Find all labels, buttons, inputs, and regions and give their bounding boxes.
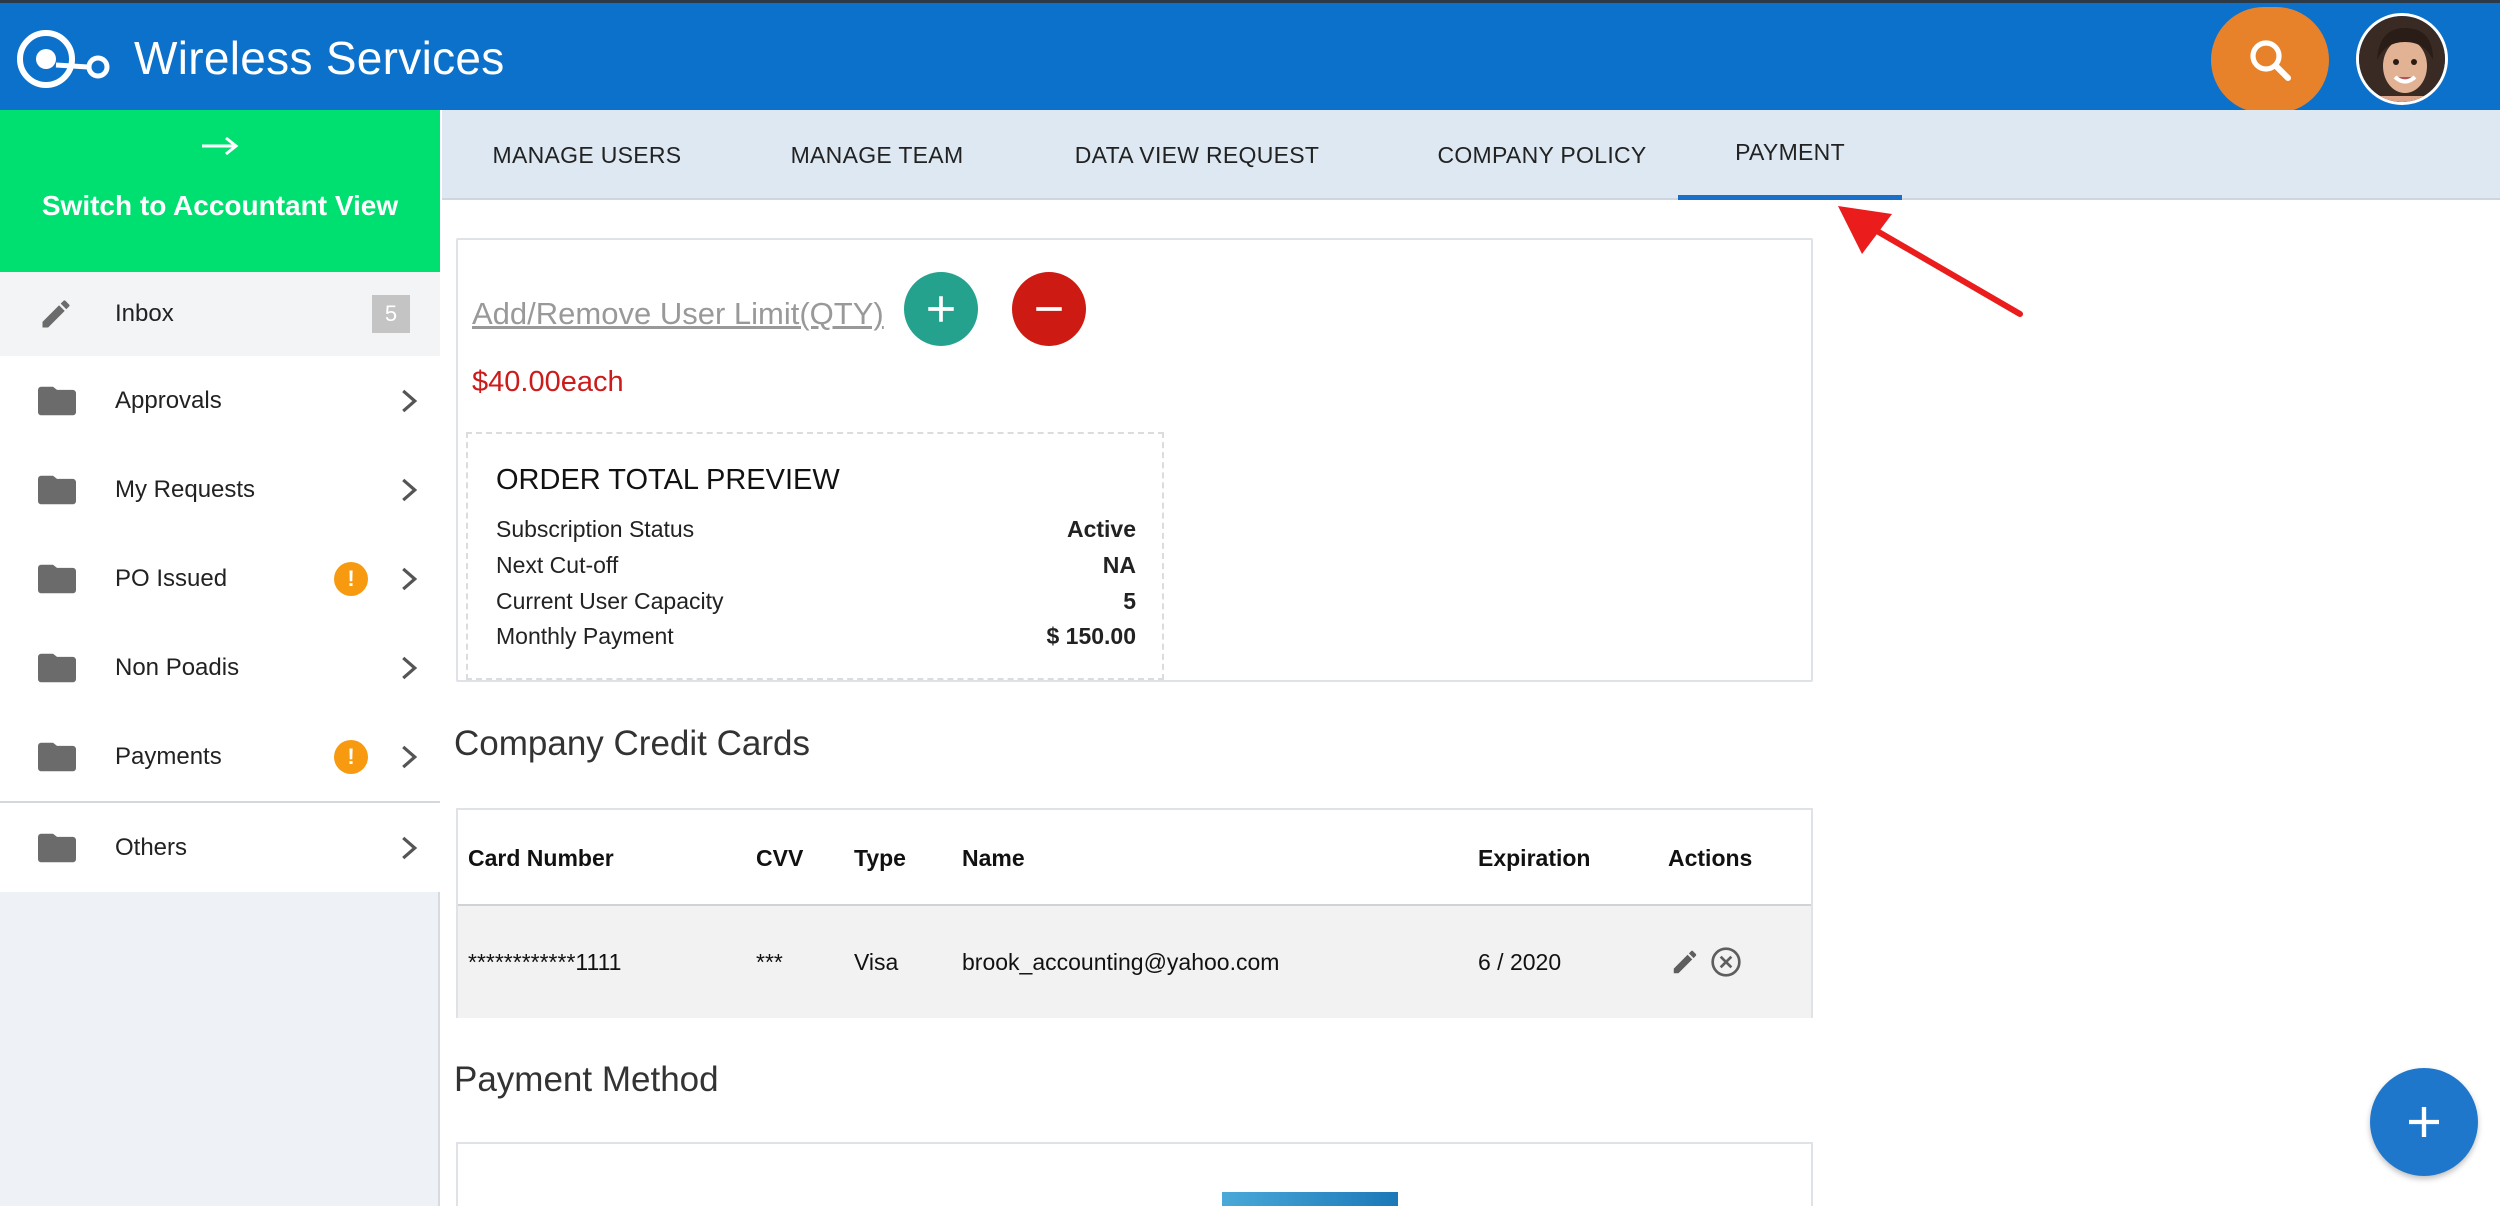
preview-row-subscription-status: Subscription Status Active [496, 516, 1136, 543]
payment-method-card [456, 1142, 1813, 1206]
preview-row-next-cutoff: Next Cut-off NA [496, 552, 1136, 579]
app-logo-icon[interactable] [16, 29, 112, 89]
chevron-right-icon [402, 836, 418, 859]
preview-label: Current User Capacity [496, 588, 724, 614]
tab-payment[interactable]: PAYMENT [1678, 110, 1902, 200]
preview-row-monthly-payment: Monthly Payment $ 150.00 [496, 623, 1136, 650]
tab-data-view-request[interactable]: DATA VIEW REQUEST [1022, 110, 1372, 200]
sidebar-item-my-requests[interactable]: My Requests [0, 445, 440, 534]
name-cell: brook_accounting@yahoo.com [962, 948, 1280, 975]
pencil-icon [42, 300, 70, 328]
chevron-right-icon [402, 656, 418, 679]
type-cell: Visa [854, 948, 899, 975]
chevron-right-icon [402, 567, 418, 590]
folder-icon [38, 653, 76, 682]
avatar-image [2359, 16, 2445, 102]
chevron-right-icon [402, 478, 418, 501]
order-total-preview: ORDER TOTAL PREVIEW Subscription Status … [466, 432, 1164, 680]
search-icon [2250, 40, 2291, 81]
preview-label: Next Cut-off [496, 552, 619, 578]
sidebar-nav: Inbox 5 Approvals My Requests PO Issued … [0, 272, 440, 892]
preview-value: NA [1102, 552, 1136, 578]
column-name: Name [962, 844, 1025, 871]
tab-manage-users[interactable]: MANAGE USERS [442, 110, 732, 200]
credit-cards-table: Card Number CVV Type Name Expiration Act… [456, 808, 1813, 1018]
folder-icon [38, 475, 76, 504]
top-header: Wireless Services [0, 0, 2500, 113]
folder-icon [38, 386, 76, 415]
preview-value: 5 [1123, 588, 1136, 614]
plus-icon [2409, 1107, 2439, 1137]
alert-badge: ! [334, 739, 368, 774]
preview-row-current-user-capacity: Current User Capacity 5 [496, 588, 1136, 615]
chevron-right-icon [402, 745, 418, 768]
sidebar-item-label: Non Poadis [115, 653, 240, 681]
sidebar-item-non-poadis[interactable]: Non Poadis [0, 623, 440, 712]
add-user-limit-button[interactable] [904, 272, 978, 346]
sidebar-item-payments[interactable]: Payments ! [0, 712, 440, 801]
minus-icon [1036, 307, 1062, 311]
sidebar-item-label: Inbox [115, 300, 174, 327]
sidebar-item-approvals[interactable]: Approvals [0, 356, 440, 445]
sidebar-item-label: Payments [115, 742, 222, 770]
close-circle-icon [1711, 947, 1741, 977]
arrow-right-icon [202, 136, 239, 156]
payment-method-image [1222, 1192, 1398, 1206]
sidebar-item-label: PO Issued [115, 564, 228, 592]
payment-method-title: Payment Method [454, 1060, 719, 1099]
add-remove-user-limit-link[interactable]: Add/Remove User Limit(QTY) [472, 296, 884, 332]
alert-badge: ! [334, 561, 368, 596]
column-expiration: Expiration [1478, 844, 1591, 871]
edit-card-button[interactable] [1670, 906, 1700, 1018]
user-limit-card: Add/Remove User Limit(QTY) $40.00each OR… [456, 238, 1813, 682]
annotation-arrow [1838, 206, 2023, 317]
column-card-number: Card Number [468, 844, 614, 871]
table-header: Card Number CVV Type Name Expiration Act… [458, 810, 1811, 906]
tab-company-policy[interactable]: COMPANY POLICY [1372, 110, 1712, 200]
folder-icon [38, 742, 76, 771]
tab-bar: MANAGE USERS MANAGE TEAM DATA VIEW REQUE… [442, 110, 2500, 200]
sidebar-item-inbox[interactable]: Inbox 5 [0, 272, 440, 356]
search-button[interactable] [2211, 7, 2329, 113]
app-title: Wireless Services [134, 32, 505, 84]
sidebar: Switch to Accountant View Inbox 5 Approv… [0, 110, 440, 1206]
tab-manage-team[interactable]: MANAGE TEAM [732, 110, 1022, 200]
add-floating-button[interactable] [2370, 1068, 2478, 1176]
switch-view-label: Switch to Accountant View [41, 190, 399, 221]
switch-to-accountant-view-button[interactable]: Switch to Accountant View [0, 110, 440, 272]
column-type: Type [854, 844, 906, 871]
sidebar-item-label: My Requests [115, 475, 256, 503]
sidebar-item-po-issued[interactable]: PO Issued ! [0, 534, 440, 623]
folder-icon [38, 564, 76, 593]
cvv-cell: *** [756, 948, 783, 975]
delete-card-button[interactable] [1710, 906, 1742, 1018]
column-actions: Actions [1668, 844, 1753, 871]
order-preview-title: ORDER TOTAL PREVIEW [496, 464, 840, 496]
expiration-cell: 6 / 2020 [1478, 948, 1562, 975]
inbox-count-badge: 5 [372, 295, 410, 333]
sidebar-item-label: Others [115, 833, 188, 861]
chevron-right-icon [402, 389, 418, 412]
sidebar-item-others[interactable]: Others [0, 803, 440, 892]
preview-label: Monthly Payment [496, 623, 674, 649]
plus-icon [928, 296, 954, 322]
company-credit-cards-title: Company Credit Cards [454, 724, 810, 763]
preview-value: $ 150.00 [1046, 623, 1136, 649]
remove-user-limit-button[interactable] [1012, 272, 1086, 346]
preview-value: Active [1066, 516, 1136, 542]
pencil-icon [1673, 950, 1697, 974]
user-avatar[interactable] [2356, 13, 2448, 105]
price-per-user: $40.00each [472, 366, 624, 398]
card-number-cell: ************1111 [468, 948, 622, 975]
preview-label: Subscription Status [496, 516, 695, 542]
folder-icon [38, 833, 76, 862]
column-cvv: CVV [756, 844, 804, 871]
table-row: ************1111 *** Visa brook_accounti… [458, 906, 1811, 1018]
sidebar-item-label: Approvals [115, 386, 222, 414]
